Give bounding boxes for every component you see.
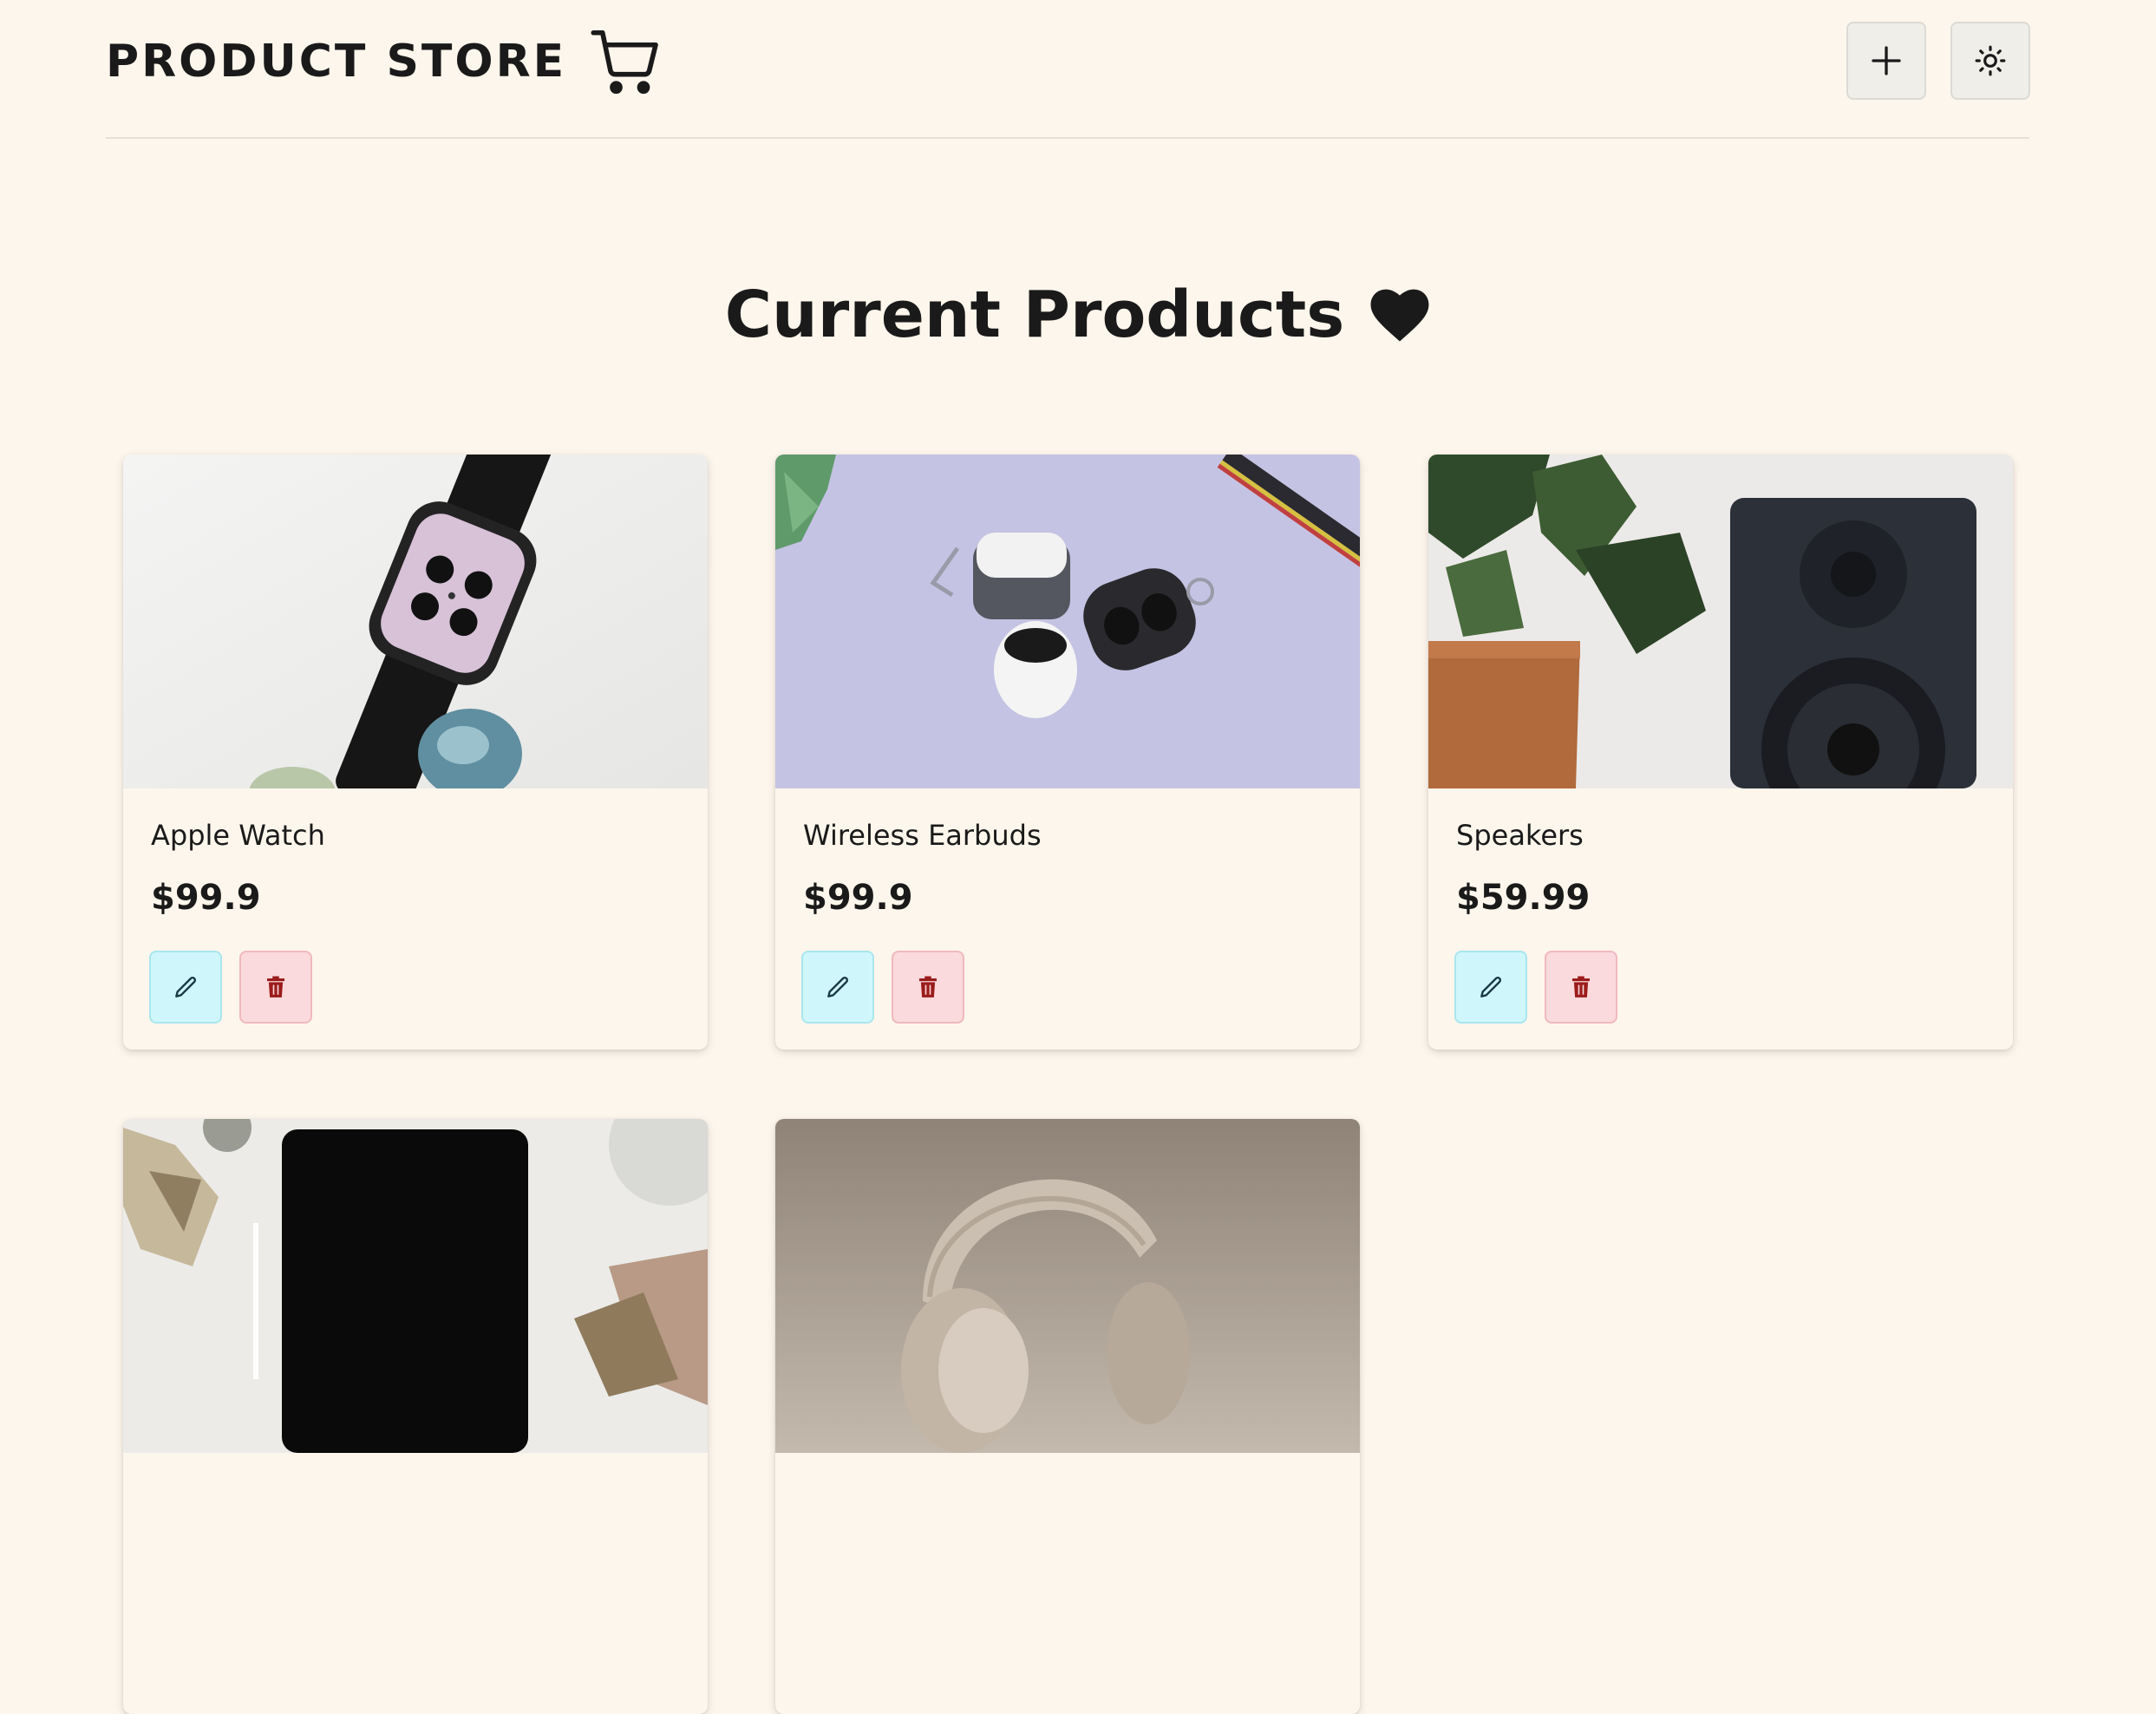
pencil-icon (1480, 976, 1502, 998)
product-image (123, 1119, 708, 1453)
pencil-icon (827, 976, 849, 998)
trash-icon (267, 976, 284, 998)
product-image (1428, 455, 2013, 788)
brand-title: PRODUCT STORE (106, 36, 567, 88)
edit-button[interactable] (149, 951, 222, 1024)
product-image (775, 455, 1360, 788)
product-price: $99.9 (151, 878, 261, 918)
create-product-button[interactable] (1846, 22, 1926, 100)
product-card: Speakers $59.99 (1428, 455, 2013, 1050)
product-price: $59.99 (1456, 878, 1591, 918)
edit-button[interactable] (801, 951, 874, 1024)
edit-button[interactable] (1454, 951, 1527, 1024)
delete-button[interactable] (239, 951, 312, 1024)
product-price: $99.9 (803, 878, 913, 918)
delete-button[interactable] (1545, 951, 1617, 1024)
product-card (123, 1119, 708, 1714)
delete-button[interactable] (892, 951, 964, 1024)
product-image (775, 1119, 1360, 1453)
product-card (775, 1119, 1360, 1714)
product-name: Apple Watch (151, 819, 325, 852)
plus-icon (1872, 46, 1901, 75)
page-heading: Current Products (0, 278, 2156, 352)
product-image (123, 455, 708, 788)
brand-link[interactable]: PRODUCT STORE (106, 23, 662, 101)
shopping-cart-icon (591, 29, 658, 95)
product-name: Wireless Earbuds (803, 819, 1042, 852)
product-card: Apple Watch $99.9 (123, 455, 708, 1050)
page-title: Current Products (724, 278, 1345, 352)
product-card: Wireless Earbuds $99.9 (775, 455, 1360, 1050)
trash-icon (1572, 976, 1590, 998)
pencil-icon (175, 976, 197, 998)
heart-icon (1370, 289, 1429, 342)
theme-toggle-button[interactable] (1950, 22, 2030, 100)
sun-icon (1975, 45, 2006, 76)
trash-icon (919, 976, 937, 998)
navbar: PRODUCT STORE (106, 0, 2030, 139)
product-name: Speakers (1456, 819, 1584, 852)
